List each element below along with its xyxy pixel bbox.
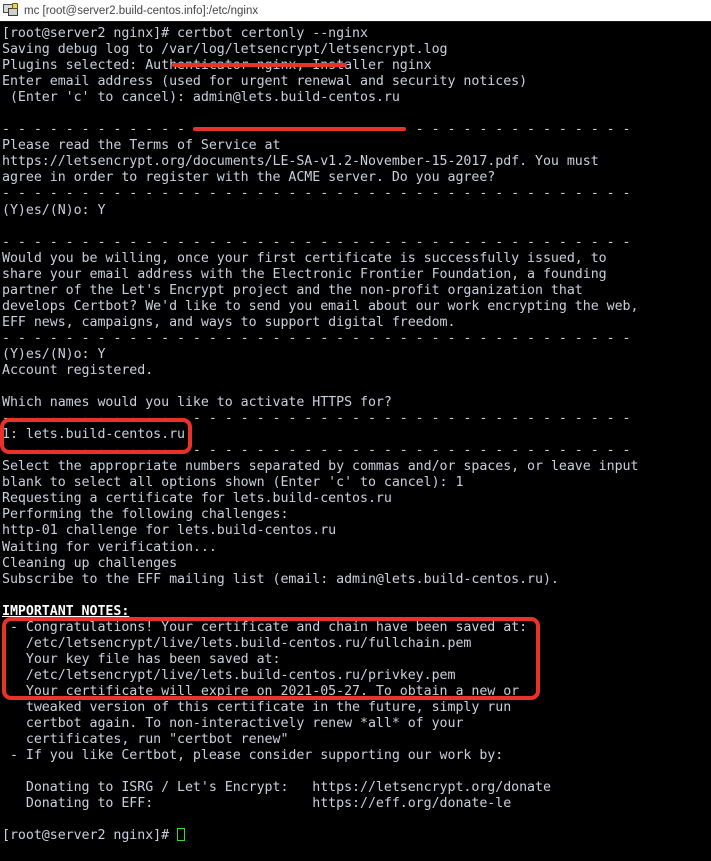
terminal-line: Waiting for verification...: [2, 539, 217, 555]
terminal-line: blank to select all options shown (Enter…: [2, 475, 464, 491]
annotation-box-certificate-paths: [2, 617, 540, 700]
annotation-box-domain-choice: [0, 418, 192, 454]
terminal-line: https://letsencrypt.org/documents/LE-SA-…: [2, 154, 599, 170]
terminal-line: Performing the following challenges:: [2, 507, 289, 523]
terminal-line: Would you be willing, once your first ce…: [2, 250, 607, 266]
terminal-line: - - - - - - - - - - - - - - - - - - - - …: [2, 330, 631, 346]
terminal-line: http-01 challenge for lets.build-centos.…: [2, 523, 337, 539]
terminal-line: Cleaning up challenges: [2, 555, 178, 571]
terminal-line: Saving debug log to /var/log/letsencrypt…: [2, 42, 448, 58]
terminal-line: certbot again. To non-interactively rene…: [2, 716, 464, 732]
terminal-line: EFF news, campaigns, and ways to support…: [2, 314, 456, 330]
annotation-underline-command: [172, 63, 347, 67]
terminal-line: Requesting a certificate for lets.build-…: [2, 491, 392, 507]
terminal-line: develops Certbot? We'd like to send you …: [2, 298, 639, 314]
terminal-line: (Y)es/(N)o: Y: [2, 202, 106, 218]
terminal-line: share your email address with the Electr…: [2, 266, 607, 282]
terminal-panel[interactable]: [root@server2 nginx]# certbot certonly -…: [0, 21, 711, 861]
terminal-line: Plugins selected: Authenticator nginx, I…: [2, 58, 432, 74]
screenshot-root: mc [root@server2.build-centos.info]:/etc…: [0, 0, 711, 861]
terminal-line: - If you like Certbot, please consider s…: [2, 748, 504, 764]
terminal-line: Select the appropriate numbers separated…: [2, 459, 639, 475]
terminal-line: certificates, run "certbot renew": [2, 732, 289, 748]
terminal-line: - - - - - - - - - - - - - - - - - - - - …: [2, 234, 631, 250]
terminal-line: Donating to EFF: https://eff.org/donate-…: [2, 796, 512, 812]
terminal-line: agree in order to register with the ACME…: [2, 170, 496, 186]
terminal-line: [root@server2 nginx]# certbot certonly -…: [2, 26, 368, 41]
terminal-line: (Y)es/(N)o: Y: [2, 346, 106, 362]
terminal-line: Subscribe to the EFF mailing list (email…: [2, 571, 559, 587]
terminal-line: - - - - - - - - - - - - - - - - - - - - …: [2, 186, 631, 202]
terminal-line: [root@server2 nginx]#: [2, 828, 711, 844]
terminal-line: Please read the Terms of Service at: [2, 138, 281, 154]
terminal-line: Which names would you like to activate H…: [2, 395, 392, 411]
annotation-underline-email: [193, 127, 406, 131]
window-titlebar: mc [root@server2.build-centos.info]:/etc…: [0, 0, 711, 21]
terminal-line: Enter email address (used for urgent ren…: [2, 74, 528, 90]
terminal-line: (Enter 'c' to cancel): admin@lets.build-…: [2, 90, 400, 106]
terminal-window-icon: [3, 2, 19, 19]
terminal-line: Account registered.: [2, 362, 154, 378]
window-title: mc [root@server2.build-centos.info]:/etc…: [24, 4, 259, 17]
terminal-line: tweaked version of this certificate in t…: [2, 699, 512, 715]
terminal-line: partner of the Let's Encrypt project and…: [2, 282, 583, 298]
terminal-line: Donating to ISRG / Let's Encrypt: https:…: [2, 780, 551, 796]
terminal-cursor: [177, 828, 186, 842]
